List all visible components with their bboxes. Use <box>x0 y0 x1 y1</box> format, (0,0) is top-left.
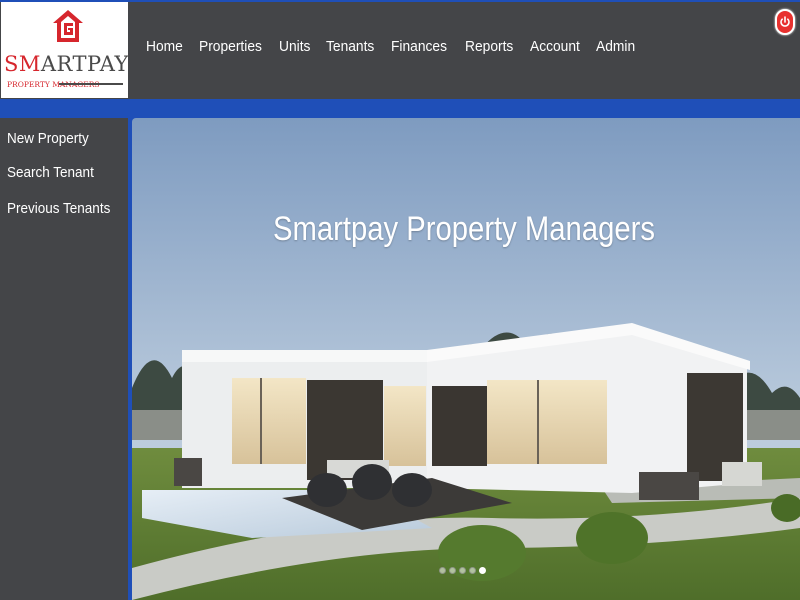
hero-title: Smartpay Property Managers <box>273 210 655 248</box>
nav-item-admin[interactable]: Admin <box>596 38 635 55</box>
carousel-indicators <box>439 567 486 574</box>
house-icon <box>53 10 83 42</box>
nav-item-units[interactable]: Units <box>279 38 310 55</box>
sidebar-item-previous-tenants[interactable]: Previous Tenants <box>7 200 110 217</box>
sidebar-item-search-tenant[interactable]: Search Tenant <box>7 164 94 181</box>
nav-item-properties[interactable]: Properties <box>199 38 262 55</box>
power-icon <box>780 16 790 27</box>
sidebar: New Property Search Tenant Previous Tena… <box>0 118 128 600</box>
carousel-dot[interactable] <box>449 567 456 574</box>
nav-item-tenants[interactable]: Tenants <box>326 38 374 55</box>
carousel-dot[interactable] <box>459 567 466 574</box>
logout-button[interactable] <box>775 9 795 35</box>
brand-underline <box>59 83 123 85</box>
carousel-dot[interactable] <box>439 567 446 574</box>
nav-item-account[interactable]: Account <box>530 38 580 55</box>
nav-item-reports[interactable]: Reports <box>465 38 513 55</box>
brand-name: SMARTPAY <box>4 52 129 76</box>
sidebar-item-new-property[interactable]: New Property <box>7 130 89 147</box>
carousel-dot-active[interactable] <box>479 567 486 574</box>
hero-house-image <box>132 118 800 600</box>
top-header: SMARTPAY PROPERTY MANAGERS Home Properti… <box>0 0 800 99</box>
logo[interactable]: SMARTPAY PROPERTY MANAGERS <box>1 2 128 98</box>
nav-item-finances[interactable]: Finances <box>391 38 447 55</box>
carousel-dot[interactable] <box>469 567 476 574</box>
nav-item-home[interactable]: Home <box>146 38 183 55</box>
hero-carousel[interactable]: Smartpay Property Managers <box>132 118 800 600</box>
main-nav: Home Properties Units Tenants Finances R… <box>146 38 651 55</box>
